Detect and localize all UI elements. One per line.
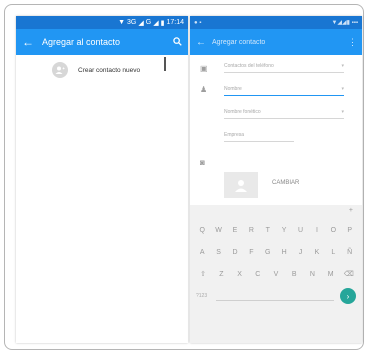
- notification-icons: ● ▪: [194, 19, 202, 26]
- company-field[interactable]: Empresa: [224, 130, 294, 142]
- create-new-contact-item[interactable]: Crear contacto nuevo: [16, 59, 188, 81]
- status-indicators: ▼◢◢▮ ▪▪▪: [331, 20, 358, 26]
- contact-form: ▣ Contactos del teléfono ▾ ♟ Nombre ▾ No…: [190, 55, 362, 205]
- page-title: Agregar al contacto: [42, 37, 121, 47]
- backspace-key[interactable]: ⌫: [342, 270, 356, 278]
- account-icon: ▣: [200, 64, 208, 73]
- left-phone-screen: ▼ 3G ◢ G ◢ ▮ 17:14 ← Agregar al contacto…: [16, 16, 188, 343]
- key[interactable]: P: [343, 227, 357, 234]
- network-type: 3G: [127, 19, 137, 26]
- key[interactable]: N: [305, 271, 319, 278]
- key[interactable]: W: [212, 227, 226, 234]
- change-photo-button[interactable]: CAMBIAR: [272, 180, 299, 186]
- phonetic-field-placeholder: Nombre fonético: [224, 109, 261, 115]
- key[interactable]: D: [228, 249, 242, 256]
- key[interactable]: G: [261, 249, 275, 256]
- contact-photo[interactable]: [224, 172, 258, 198]
- more-vert-icon[interactable]: ⋮: [348, 37, 357, 48]
- space-bar[interactable]: [216, 291, 334, 301]
- expand-icon-2[interactable]: ▾: [341, 109, 344, 115]
- shift-key[interactable]: ⇧: [196, 270, 210, 278]
- app-bar: ← Agregar al contacto: [16, 29, 188, 55]
- symbols-key[interactable]: ?123: [196, 293, 210, 299]
- key[interactable]: Z: [214, 271, 228, 278]
- company-field-placeholder: Empresa: [224, 132, 245, 138]
- expand-icon[interactable]: ▾: [341, 86, 344, 92]
- status-bar: ▼ 3G ◢ G ◢ ▮ 17:14: [16, 16, 188, 29]
- keyboard-row-3: ⇧ Z X C V B N M ⌫: [190, 263, 362, 285]
- plus-icon[interactable]: +: [349, 207, 353, 214]
- key[interactable]: T: [261, 227, 275, 234]
- enter-key-icon[interactable]: ›: [340, 288, 356, 304]
- add-person-icon: [52, 62, 68, 78]
- search-icon[interactable]: [170, 36, 182, 48]
- key[interactable]: L: [326, 249, 340, 256]
- keyboard-row-1: Q W E R T Y U I O P: [190, 219, 362, 241]
- back-arrow-icon[interactable]: ←: [196, 37, 208, 48]
- key[interactable]: M: [324, 271, 338, 278]
- key[interactable]: H: [277, 249, 291, 256]
- key[interactable]: Y: [277, 227, 291, 234]
- app-bar-right: ← Agregar contacto ⋮: [190, 29, 362, 55]
- key[interactable]: J: [294, 249, 308, 256]
- camera-icon: ◙: [200, 158, 205, 167]
- key[interactable]: R: [244, 227, 258, 234]
- key[interactable]: E: [228, 227, 242, 234]
- key[interactable]: F: [244, 249, 258, 256]
- signal-icon: ◢: [138, 19, 144, 27]
- battery-icon: ▮: [160, 19, 165, 27]
- account-select[interactable]: Contactos del teléfono ▾: [224, 61, 344, 73]
- key[interactable]: C: [251, 271, 265, 278]
- phonetic-name-field[interactable]: Nombre fonético ▾: [224, 107, 344, 119]
- text-cursor: [164, 57, 166, 71]
- create-new-contact-label: Crear contacto nuevo: [78, 66, 141, 74]
- wifi-icon: ▼: [118, 19, 126, 26]
- key[interactable]: A: [195, 249, 209, 256]
- keyboard-row-2: A S D F G H J K L Ñ: [190, 241, 362, 263]
- back-arrow-icon[interactable]: ←: [22, 36, 36, 48]
- right-phone-screen: ● ▪ ▼◢◢▮ ▪▪▪ ← Agregar contacto ⋮ ▣ Cont…: [190, 16, 362, 343]
- name-field-placeholder: Nombre: [224, 86, 242, 92]
- status-time: 17:14: [166, 19, 184, 26]
- key[interactable]: B: [287, 271, 301, 278]
- status-bar-right: ● ▪ ▼◢◢▮ ▪▪▪: [190, 16, 362, 29]
- network-type-2: G: [145, 19, 152, 26]
- key[interactable]: S: [212, 249, 226, 256]
- keyboard-suggestion-bar: +: [190, 205, 362, 219]
- key[interactable]: V: [269, 271, 283, 278]
- dropdown-caret-icon: ▾: [341, 63, 344, 69]
- avatar-placeholder-icon: [235, 180, 247, 192]
- key[interactable]: X: [233, 271, 247, 278]
- name-field[interactable]: Nombre ▾: [224, 84, 344, 96]
- key[interactable]: Ñ: [343, 249, 357, 256]
- person-icon: ♟: [200, 85, 208, 94]
- account-select-value: Contactos del teléfono: [224, 63, 274, 69]
- signal-icon-2: ◢: [153, 19, 159, 27]
- on-screen-keyboard: + Q W E R T Y U I O P A S D F G H J K L …: [190, 205, 362, 343]
- key[interactable]: Q: [195, 227, 209, 234]
- page-title-right: Agregar contacto: [212, 38, 266, 46]
- key[interactable]: O: [326, 227, 340, 234]
- key[interactable]: I: [310, 227, 324, 234]
- keyboard-bottom-row: ?123 ›: [190, 285, 362, 307]
- key[interactable]: K: [310, 249, 324, 256]
- key[interactable]: U: [294, 227, 308, 234]
